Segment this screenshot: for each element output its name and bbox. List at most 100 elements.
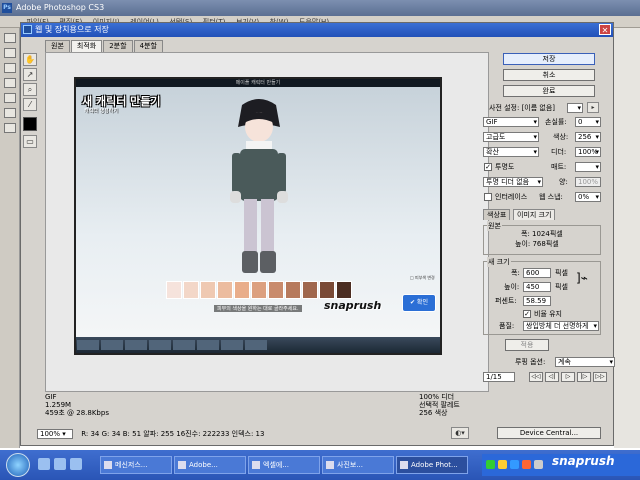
reduction-dropdown[interactable]: 고급도 (483, 132, 539, 142)
dither-field[interactable]: 100% (575, 147, 601, 157)
tab-color-table[interactable]: 색상표 (483, 209, 511, 220)
eraser-tool-icon[interactable] (3, 108, 16, 118)
status-bar: 100% ▾ R: 34 G: 34 B: 51 알파: 255 16진수: 2… (37, 428, 495, 440)
optimize-menu-icon[interactable]: ▸ (587, 102, 599, 113)
close-icon[interactable]: ✕ (599, 24, 611, 35)
original-height: 높이: 768픽셀 (515, 240, 559, 248)
skin-color-swatch (166, 281, 182, 299)
tray-icon[interactable] (498, 460, 507, 469)
preset-dropdown[interactable] (567, 103, 583, 113)
move-tool-icon[interactable] (3, 33, 16, 43)
tray-icon[interactable] (510, 460, 519, 469)
optimized-info-right: 100% 디더 선택적 팔레트 256 색상 (419, 393, 489, 417)
skin-color-swatch (285, 281, 301, 299)
tab-image-size[interactable]: 이미지 크기 (513, 209, 556, 220)
toggle-slices-icon[interactable]: ▭ (23, 135, 37, 148)
marquee-tool-icon[interactable] (3, 48, 16, 58)
height-field[interactable]: 450 (523, 282, 551, 292)
apply-button[interactable]: 적용 (505, 339, 549, 351)
percent-label: 퍼센트: (495, 297, 517, 305)
quick-launch-icon[interactable] (70, 458, 82, 470)
device-central-button[interactable]: Device Central... (497, 427, 601, 439)
taskbar-item[interactable]: 사진보... (322, 456, 394, 474)
transparency-dither-dropdown[interactable]: 투명 디더 없음 (483, 177, 543, 187)
interlace-checkbox[interactable] (484, 193, 492, 201)
original-size-label: 원본 (487, 221, 502, 231)
looping-label: 루핑 옵션: (515, 358, 546, 366)
play-button[interactable]: ▷ (561, 372, 575, 382)
tab-optimized[interactable]: 최적화 (70, 40, 103, 52)
skin-color-swatch (234, 281, 250, 299)
skin-color-swatch (319, 281, 335, 299)
last-frame-button[interactable]: ▷▷ (593, 372, 607, 382)
tab-original[interactable]: 원본 (45, 40, 70, 52)
text-tool-icon[interactable] (3, 123, 16, 133)
taskbar-item[interactable]: 엑셀에... (248, 456, 320, 474)
quality-dropdown[interactable]: 쌍입방체 더 선명하게 (523, 321, 599, 331)
lossy-field[interactable]: 0 (575, 117, 601, 127)
save-button[interactable]: 저장 (503, 53, 595, 65)
quick-launch-icon[interactable] (38, 458, 50, 470)
start-button-icon[interactable] (6, 453, 30, 477)
new-size-label: 새 크기 (487, 257, 511, 267)
colors-field[interactable]: 256 (575, 132, 601, 142)
app-panel-strip (614, 28, 640, 448)
done-button[interactable]: 완료 (503, 85, 595, 97)
scene-subtitle: 캐릭터 생성하기 (84, 108, 118, 114)
dialog-title-bar: 웹 및 장치용으로 저장 ✕ (21, 23, 613, 37)
slice-select-tool-icon[interactable]: ↗ (23, 68, 37, 81)
taskbar-item-label: Adobe Phot... (411, 461, 458, 469)
optimized-info-left: GIF 1.259M 459초 @ 28.8Kbps (45, 393, 265, 417)
taskbar-item[interactable]: 메신저스... (100, 456, 172, 474)
amount-label: 양: (559, 178, 568, 186)
tray-icon[interactable] (486, 460, 495, 469)
percent-field[interactable]: 58.59 (523, 296, 551, 306)
amount-field[interactable]: 100% (575, 177, 601, 187)
taskbar-item[interactable]: Adobe... (174, 456, 246, 474)
preview-browser-icon[interactable]: ◐▾ (451, 427, 469, 439)
app-icon (178, 461, 186, 469)
preset-label: 사전 설정: [이름 없음] (489, 104, 556, 112)
width-field[interactable]: 600 (523, 268, 551, 278)
looping-dropdown[interactable]: 계속 (555, 357, 615, 367)
cancel-button[interactable]: 취소 (503, 69, 595, 81)
crop-tool-icon[interactable] (3, 78, 16, 88)
format-dropdown[interactable]: GIF (483, 117, 539, 127)
view-tabs: 원본 최적화 2분할 4분할 (45, 40, 164, 52)
tray-icon[interactable] (534, 460, 543, 469)
info-palette: 선택적 팔레트 (419, 401, 460, 409)
tab-2up[interactable]: 2분할 (103, 40, 133, 52)
next-frame-button[interactable]: |▷ (577, 372, 591, 382)
zoom-tool-icon[interactable]: ⌕ (23, 83, 37, 96)
quick-launch-icon[interactable] (54, 458, 66, 470)
taskbar-item-label: 메신저스... (115, 461, 148, 469)
photoshop-icon (400, 461, 408, 469)
save-for-web-dialog: 웹 및 장치용으로 저장 ✕ 원본 최적화 2분할 4분할 ✋ ↗ ⌕ ⁄ ▭ 메이플… (20, 22, 615, 446)
brush-tool-icon[interactable] (3, 93, 16, 103)
dialog-icon (23, 25, 32, 34)
hand-tool-icon[interactable]: ✋ (23, 53, 37, 66)
quality-label: 품질: (499, 322, 515, 330)
matte-label: 매트: (551, 163, 567, 171)
lasso-tool-icon[interactable] (3, 63, 16, 73)
info-format: GIF (45, 393, 57, 401)
zoom-dropdown[interactable]: 100% ▾ (37, 429, 73, 439)
taskbar-item-label: 엑셀에... (263, 461, 289, 469)
first-frame-button[interactable]: ◁◁ (529, 372, 543, 382)
tray-icon[interactable] (522, 460, 531, 469)
eyedropper-tool-icon[interactable]: ⁄ (23, 98, 37, 111)
preview-canvas[interactable]: 메이플 캐릭터 만들기 새 캐릭터 만들기 캐릭터 생성하기 □ 피부색 변경 … (45, 52, 489, 392)
websnap-label: 웹 스냅: (539, 193, 563, 201)
colors-label: 색상: (553, 133, 569, 141)
tab-4up[interactable]: 4분할 (133, 40, 163, 52)
skin-color-swatch (217, 281, 233, 299)
taskbar-item-active[interactable]: Adobe Phot... (396, 456, 468, 474)
prev-frame-button[interactable]: ◁| (545, 372, 559, 382)
constrain-checkbox[interactable]: ✓ (523, 310, 531, 318)
app-icon (104, 461, 112, 469)
matte-field[interactable] (575, 162, 601, 172)
eyedropper-color-swatch[interactable] (23, 117, 37, 131)
websnap-field[interactable]: 0% (575, 192, 601, 202)
dither-algo-dropdown[interactable]: 확산 (483, 147, 539, 157)
transparency-checkbox[interactable]: ✓ (484, 163, 492, 171)
